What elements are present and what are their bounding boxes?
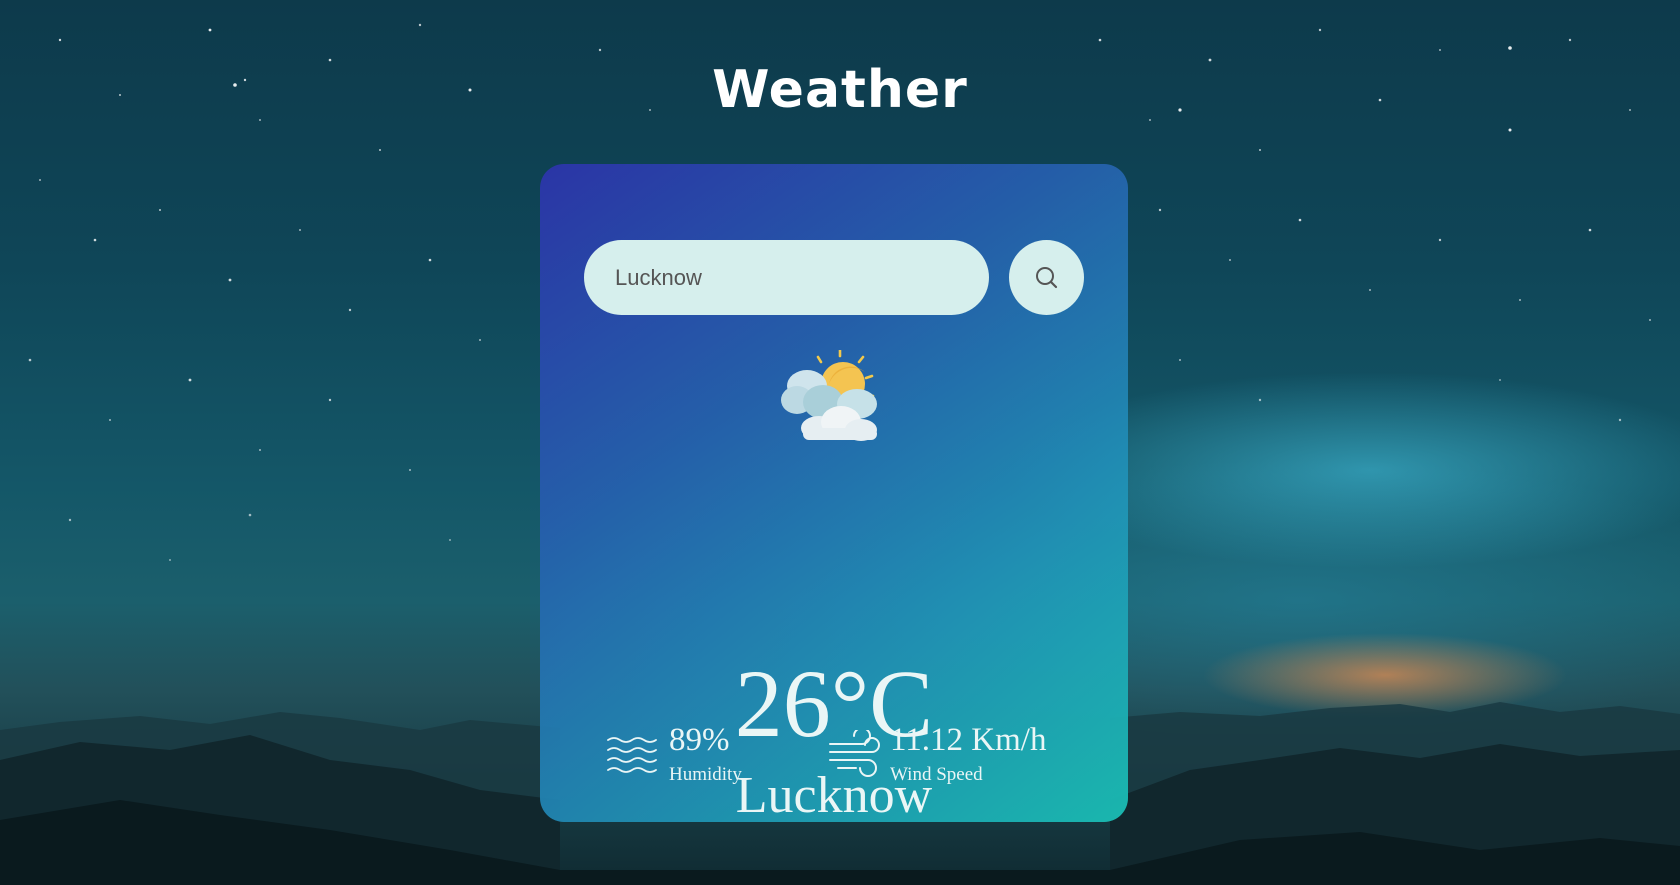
humidity-label: Humidity (669, 764, 742, 785)
partly-cloudy-icon (781, 350, 877, 441)
search-bar (584, 240, 1084, 315)
wind-detail: 11.12 Km/h Wind Speed (828, 724, 1076, 794)
search-button[interactable] (1009, 240, 1084, 315)
wind-label: Wind Speed (890, 764, 983, 785)
weather-card: 26°C Lucknow 89% Humidity (540, 164, 1128, 822)
humidity-value: 89% (669, 722, 730, 758)
city-search-input[interactable] (584, 240, 989, 315)
page-title: Weather (712, 60, 968, 120)
waves-icon (607, 737, 657, 773)
wind-icon (829, 730, 880, 777)
weather-details: 89% Humidity 11.12 Km/h Wind Speed (606, 724, 1076, 794)
wind-value: 11.12 Km/h (890, 722, 1047, 758)
search-icon (1035, 266, 1057, 288)
humidity-detail: 89% Humidity (606, 724, 806, 794)
